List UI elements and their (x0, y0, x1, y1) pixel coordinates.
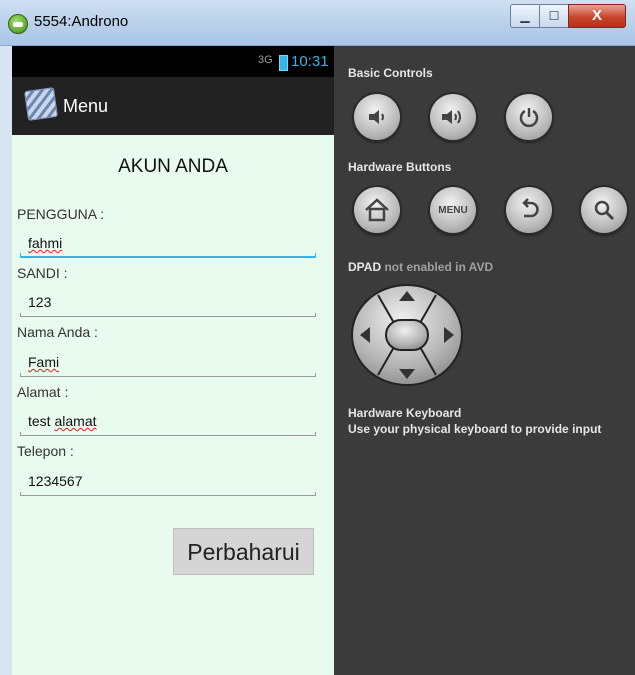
hardware-buttons-label: Hardware Buttons (348, 160, 452, 174)
phone-label: Telepon : (17, 443, 74, 459)
name-field-underline (20, 373, 316, 377)
back-button[interactable] (506, 187, 552, 233)
username-field-underline (20, 253, 316, 258)
window-title: 5554:Androno (34, 13, 129, 30)
menu-button[interactable]: MENU (430, 187, 476, 233)
volume-up-button[interactable] (430, 94, 476, 140)
signal-icon: 3G (258, 54, 273, 66)
username-value: fahmi (28, 235, 63, 251)
address-value-plain: test (28, 413, 55, 429)
hardware-keyboard-title: Hardware Keyboard (348, 406, 462, 420)
status-bar: 3G 10:31 (12, 46, 334, 77)
password-field-underline (20, 313, 316, 317)
window-titlebar: 5554:Androno ▁ ☐ X (0, 0, 635, 46)
password-field[interactable]: 123 (20, 291, 316, 317)
app-icon[interactable] (24, 87, 58, 121)
power-icon (519, 108, 539, 128)
username-label: PENGGUNA : (17, 206, 105, 222)
password-label: SANDI : (17, 265, 68, 281)
name-label: Nama Anda : (17, 324, 98, 340)
home-icon (365, 198, 389, 222)
username-field[interactable]: fahmi (20, 232, 316, 258)
search-icon (594, 200, 615, 221)
basic-controls-label: Basic Controls (348, 66, 433, 80)
volume-down-icon (369, 110, 384, 124)
volume-down-button[interactable] (354, 94, 400, 140)
update-button[interactable]: Perbaharui (173, 528, 314, 575)
address-value: test alamat (28, 413, 97, 429)
power-button[interactable] (506, 94, 552, 140)
address-label: Alamat : (17, 384, 69, 400)
close-button[interactable]: X (568, 4, 626, 28)
dpad-label-note: not enabled in AVD (381, 260, 494, 274)
address-field-underline (20, 432, 316, 436)
volume-up-icon (442, 110, 461, 124)
android-emulator-icon (8, 14, 28, 34)
menu-button-label: MENU (438, 204, 468, 216)
maximize-button[interactable]: ☐ (539, 4, 569, 28)
name-value: Fami (28, 354, 60, 370)
dpad-label: DPAD not enabled in AVD (348, 260, 493, 274)
back-icon (522, 198, 539, 218)
address-value-marked: alamat (54, 413, 97, 429)
action-bar-title: Menu (63, 96, 109, 116)
page-title: AKUN ANDA (118, 156, 228, 177)
address-field[interactable]: test alamat (20, 410, 316, 436)
hardware-keyboard-description: Use your physical keyboard to provide in… (348, 422, 602, 436)
phone-field-underline (20, 492, 316, 496)
dpad-center-button (385, 319, 429, 351)
phone-field[interactable]: 1234567 (20, 470, 316, 496)
password-value: 123 (28, 294, 52, 310)
name-field[interactable]: Fami (20, 351, 316, 377)
status-clock: 10:31 (291, 53, 329, 70)
battery-icon (279, 55, 288, 71)
dpad-label-main: DPAD (348, 260, 382, 274)
search-button[interactable] (581, 187, 627, 233)
action-bar: Menu (12, 77, 334, 135)
phone-value: 1234567 (28, 473, 83, 489)
dpad-control[interactable] (350, 283, 464, 388)
minimize-button[interactable]: ▁ (510, 4, 540, 28)
home-button[interactable] (354, 187, 400, 233)
phone-screen: 3G 10:31 Menu AKUN ANDA PENGGUNA : fahmi… (12, 46, 334, 675)
window-frame-left (0, 46, 12, 675)
